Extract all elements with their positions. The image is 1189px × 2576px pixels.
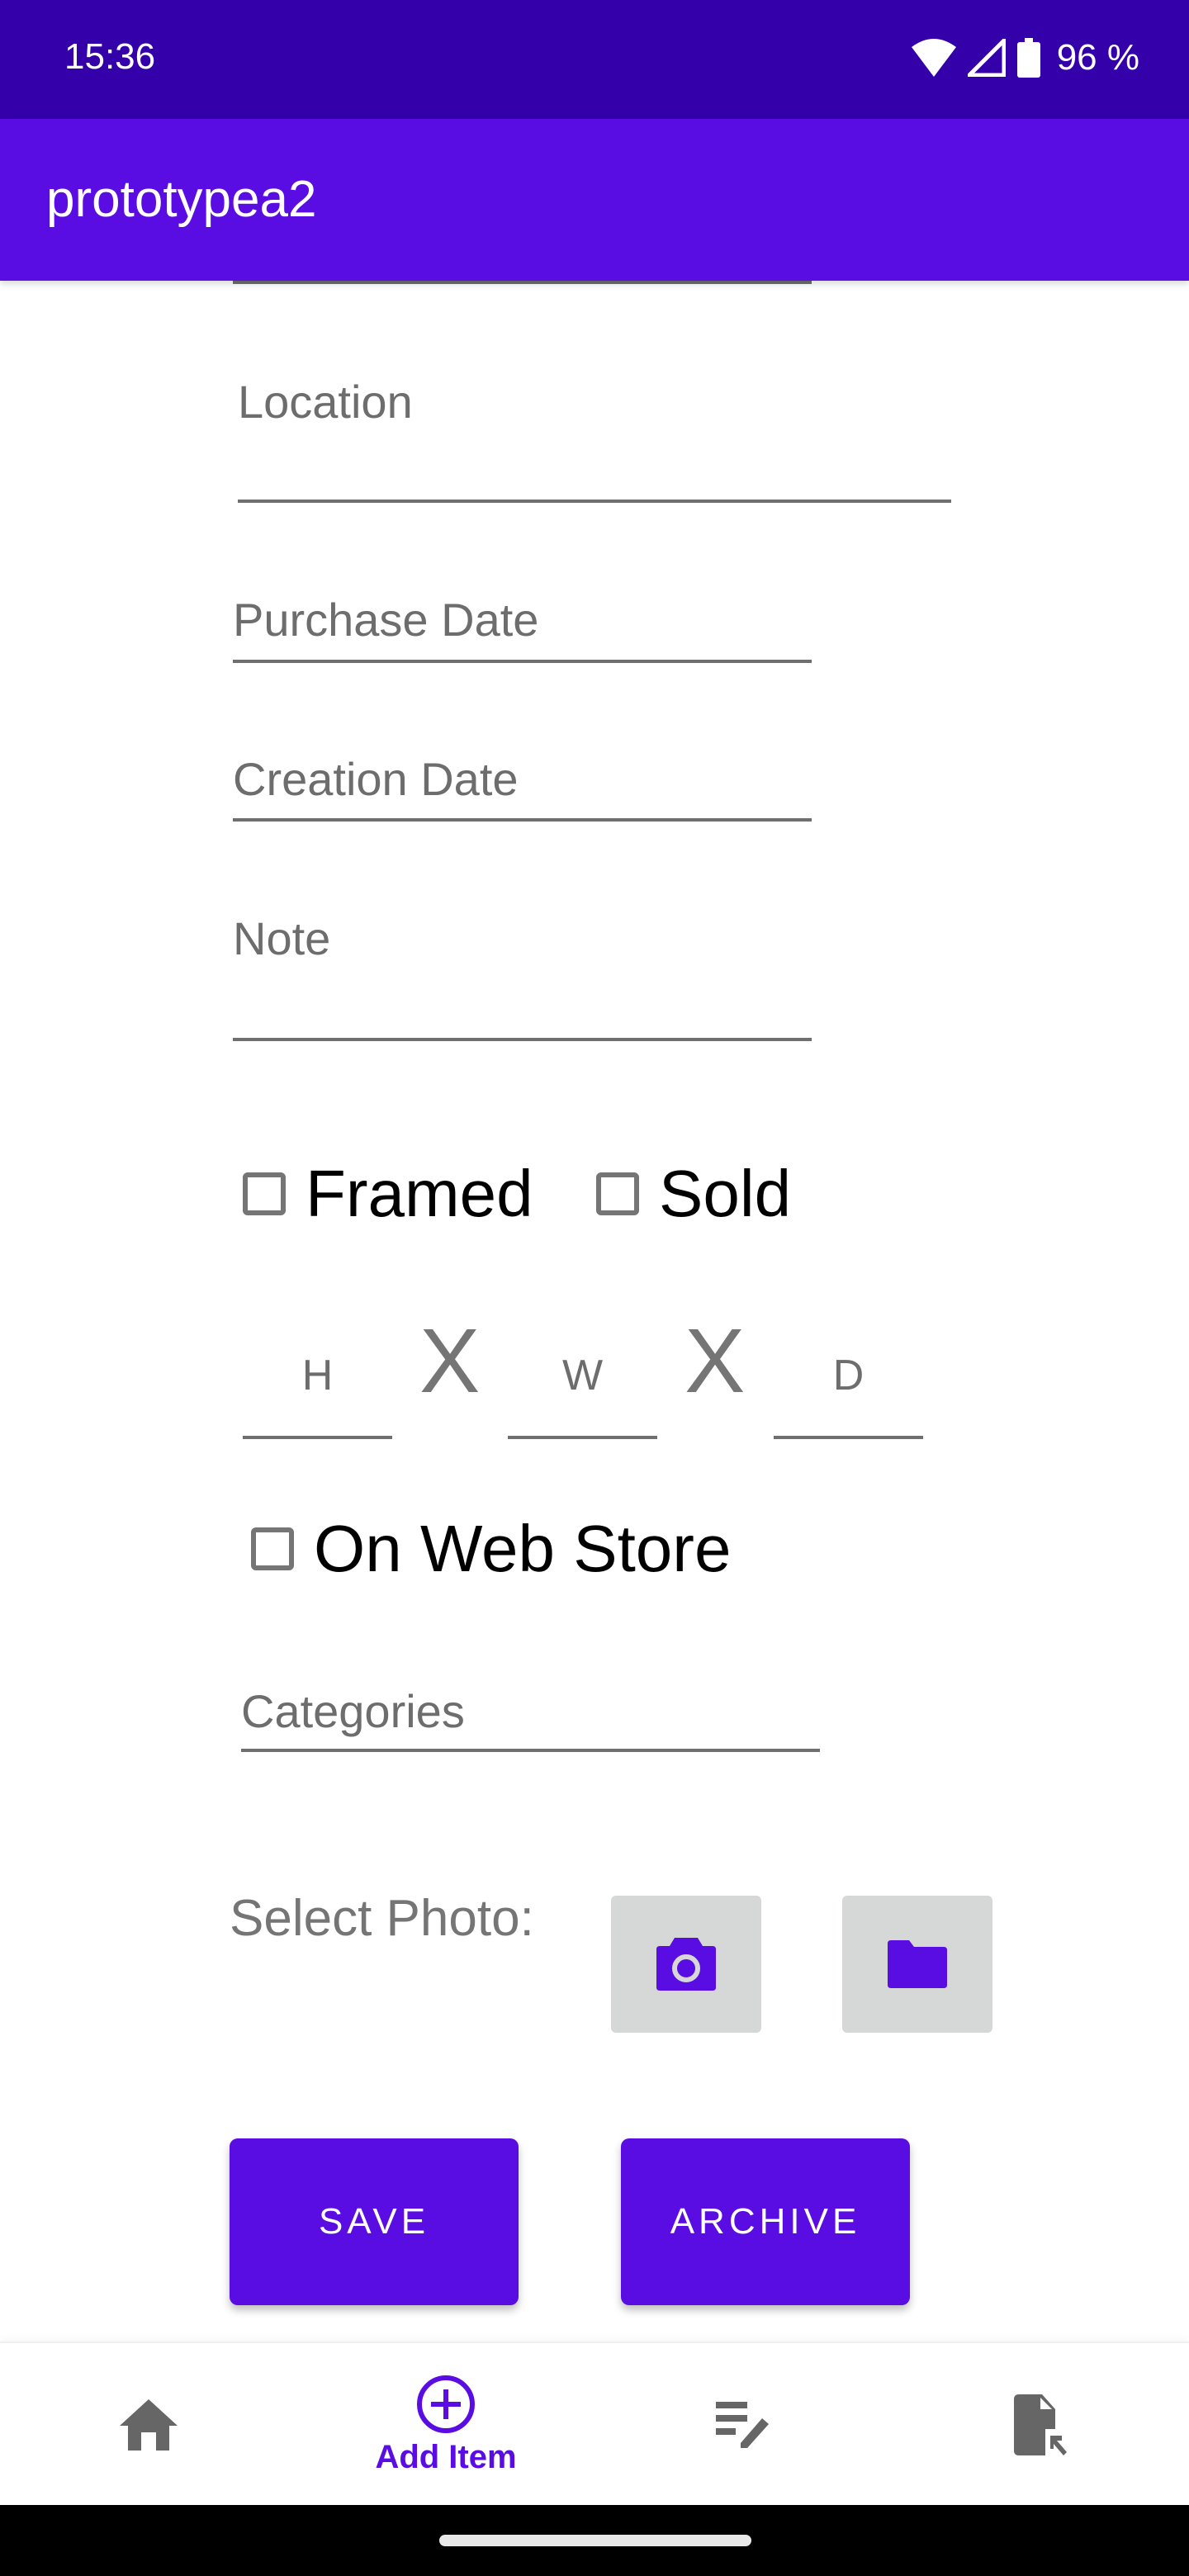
battery-percent: 96 %	[1056, 37, 1139, 78]
on-web-store-label[interactable]: On Web Store	[314, 1511, 731, 1587]
framed-checkbox-row[interactable]: Framed	[243, 1153, 533, 1235]
status-time: 15:36	[64, 36, 156, 77]
signal-icon	[967, 39, 1006, 77]
home-icon	[120, 2399, 178, 2451]
framed-label[interactable]: Framed	[306, 1156, 533, 1232]
sold-checkbox[interactable]	[596, 1172, 639, 1215]
framed-checkbox[interactable]	[243, 1172, 286, 1215]
save-button[interactable]: SAVE	[230, 2138, 519, 2305]
dimension-separator: X	[419, 1310, 481, 1412]
on-web-store-checkbox[interactable]	[251, 1527, 294, 1570]
edit-list-icon	[716, 2402, 769, 2448]
height-placeholder[interactable]: H	[243, 1351, 392, 1400]
location-placeholder[interactable]: Location	[238, 375, 413, 429]
system-gesture-bar	[0, 2505, 1189, 2576]
app-title: prototypea2	[46, 171, 317, 228]
gesture-handle[interactable]	[439, 2535, 751, 2546]
creation-date-placeholder[interactable]: Creation Date	[233, 752, 519, 806]
sold-label[interactable]: Sold	[659, 1156, 791, 1232]
status-bar: 15:36 96 %	[0, 0, 1189, 119]
sold-checkbox-row[interactable]: Sold	[596, 1153, 791, 1235]
wifi-icon	[911, 39, 956, 77]
add-circle-icon	[417, 2375, 475, 2433]
nav-add-item[interactable]: Add Item	[297, 2343, 594, 2507]
height-underline	[243, 1436, 392, 1439]
categories-underline	[241, 1749, 820, 1752]
width-placeholder[interactable]: W	[508, 1351, 657, 1400]
camera-button[interactable]	[611, 1896, 761, 2033]
on-web-store-checkbox-row[interactable]: On Web Store	[251, 1508, 731, 1590]
nav-export[interactable]	[892, 2343, 1189, 2507]
folder-icon	[888, 1940, 947, 1988]
location-underline	[238, 500, 951, 503]
depth-underline	[774, 1436, 923, 1439]
file-export-icon	[1014, 2394, 1067, 2455]
categories-placeholder[interactable]: Categories	[241, 1684, 465, 1738]
purchase-date-underline	[233, 660, 812, 663]
depth-placeholder[interactable]: D	[774, 1351, 923, 1400]
note-placeholder[interactable]: Note	[233, 912, 330, 965]
select-photo-label: Select Photo:	[230, 1890, 534, 1947]
width-underline	[508, 1436, 657, 1439]
nav-home[interactable]	[0, 2343, 297, 2507]
gallery-button[interactable]	[842, 1896, 992, 2033]
camera-icon	[656, 1938, 716, 1991]
creation-date-underline	[233, 818, 812, 822]
nav-edit-list[interactable]	[594, 2343, 892, 2507]
purchase-date-placeholder[interactable]: Purchase Date	[233, 593, 538, 646]
battery-icon	[1016, 38, 1040, 78]
archive-button[interactable]: ARCHIVE	[621, 2138, 910, 2305]
previous-field-underline[interactable]	[233, 281, 812, 284]
dimension-separator: X	[685, 1310, 746, 1412]
app-bar: prototypea2	[0, 119, 1189, 281]
status-icons: 96 %	[911, 35, 1139, 81]
bottom-navigation: Add Item	[0, 2342, 1189, 2507]
note-underline	[233, 1038, 812, 1041]
nav-add-item-label: Add Item	[375, 2438, 517, 2475]
